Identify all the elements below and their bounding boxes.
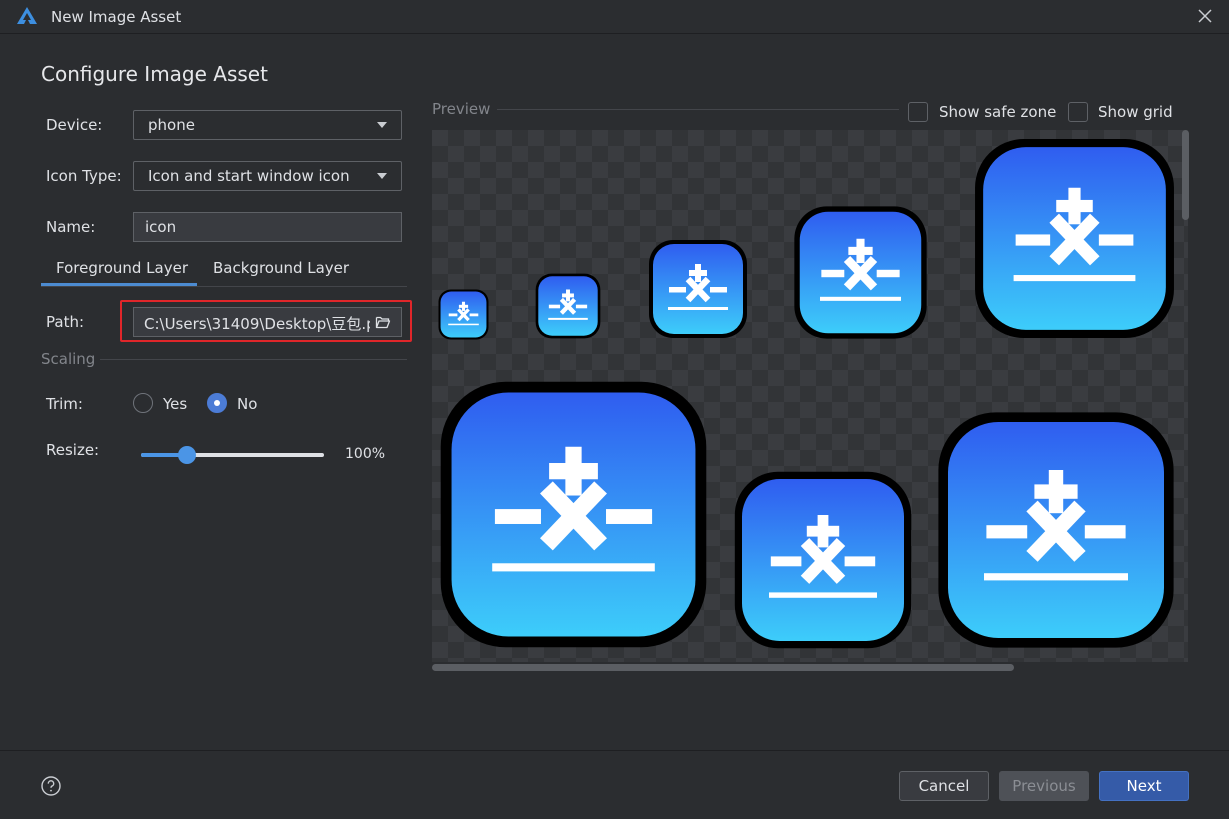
app-icon-preview — [794, 206, 927, 339]
icon-type-value: Icon and start window icon — [148, 167, 350, 185]
window-title: New Image Asset — [51, 8, 182, 26]
show-safe-zone-label[interactable]: Show safe zone — [939, 103, 1056, 121]
cancel-button[interactable]: Cancel — [899, 771, 989, 801]
app-icon-preview — [649, 240, 747, 338]
device-dropdown[interactable]: phone — [133, 110, 402, 140]
resize-slider-thumb[interactable] — [177, 446, 196, 464]
show-grid-label[interactable]: Show grid — [1098, 103, 1173, 121]
tab-foreground-layer[interactable]: Foreground Layer — [56, 259, 188, 277]
dropdown-arrow-icon — [377, 122, 387, 128]
path-label: Path: — [46, 313, 85, 331]
preview-vertical-scrollbar[interactable] — [1182, 130, 1189, 220]
name-label: Name: — [46, 218, 96, 236]
preview-label: Preview — [432, 100, 491, 118]
icon-type-dropdown[interactable]: Icon and start window icon — [133, 161, 402, 191]
help-icon[interactable] — [41, 776, 61, 796]
scaling-section-label: Scaling — [41, 350, 96, 368]
device-value: phone — [148, 116, 195, 134]
app-icon-preview — [440, 381, 707, 648]
preview-canvas — [432, 130, 1188, 662]
selected-tab-indicator — [41, 283, 197, 286]
resize-label: Resize: — [46, 441, 100, 459]
app-icon-preview — [975, 139, 1174, 338]
tab-background-layer[interactable]: Background Layer — [213, 259, 349, 277]
resize-slider-track[interactable] — [141, 453, 324, 457]
footer-divider — [0, 750, 1229, 751]
app-icon-preview — [734, 471, 912, 649]
trim-yes-radio[interactable] — [133, 393, 153, 413]
title-bar: New Image Asset — [0, 0, 1229, 34]
preview-horizontal-scrollbar[interactable] — [432, 664, 1014, 671]
preview-divider — [497, 109, 899, 110]
app-icon-preview — [438, 289, 489, 340]
next-button[interactable]: Next — [1099, 771, 1189, 801]
dialog-title: Configure Image Asset — [41, 62, 268, 86]
show-grid-checkbox[interactable] — [1068, 102, 1088, 122]
harmony-logo-icon — [17, 7, 37, 24]
previous-button[interactable]: Previous — [999, 771, 1089, 801]
app-icon-preview — [535, 273, 601, 339]
trim-yes-label[interactable]: Yes — [163, 395, 187, 413]
dropdown-arrow-icon — [377, 173, 387, 179]
trim-no-label[interactable]: No — [237, 395, 257, 413]
name-value: icon — [145, 218, 177, 236]
resize-value: 100% — [345, 446, 386, 462]
app-icon-preview — [938, 412, 1174, 648]
name-input[interactable]: icon — [133, 212, 402, 242]
close-icon[interactable] — [1195, 6, 1215, 26]
show-safe-zone-checkbox[interactable] — [908, 102, 928, 122]
device-label: Device: — [46, 116, 103, 134]
icon-type-label: Icon Type: — [46, 167, 122, 185]
trim-no-radio[interactable] — [207, 393, 227, 413]
tabs-divider — [41, 286, 407, 287]
trim-label: Trim: — [46, 395, 83, 413]
path-highlight-box — [120, 300, 412, 342]
scaling-divider — [100, 359, 407, 360]
